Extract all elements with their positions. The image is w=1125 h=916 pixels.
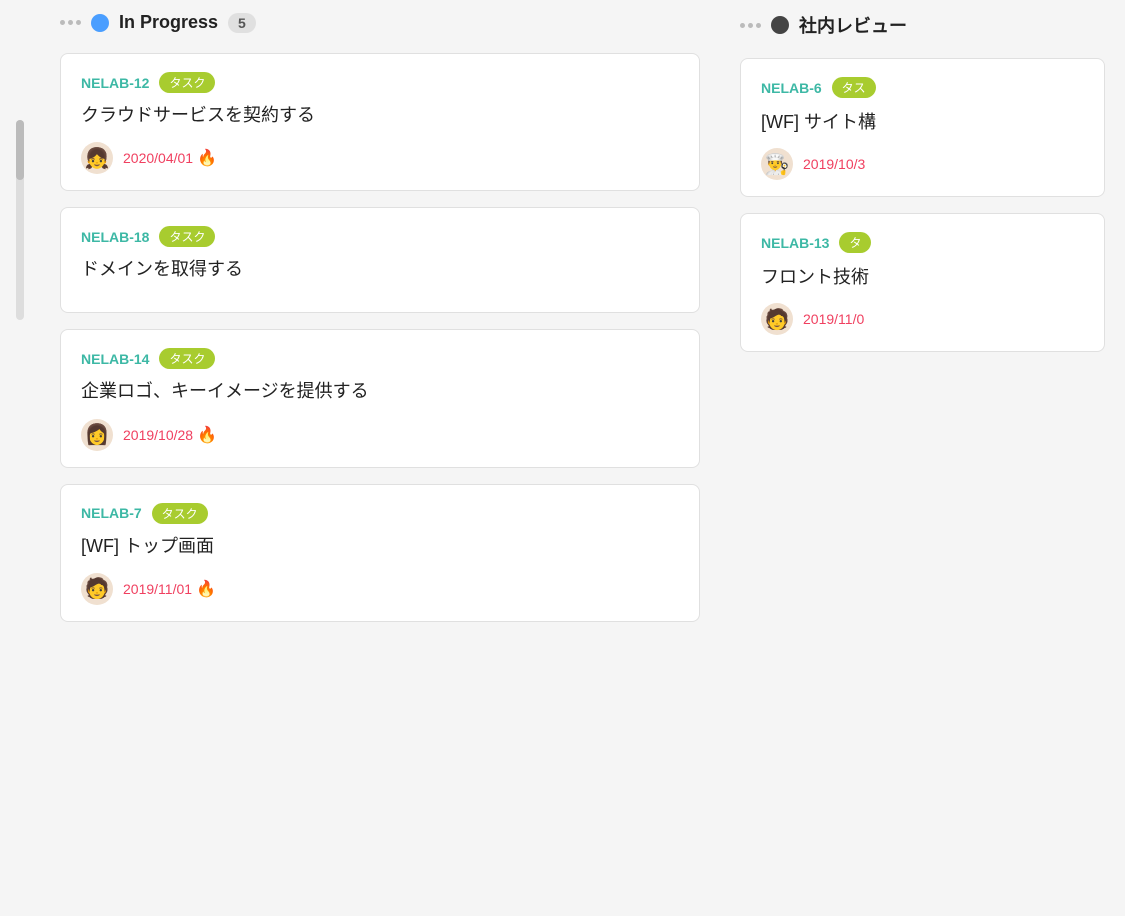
scroll-thumb xyxy=(16,120,24,180)
card-footer: 🧑 2019/11/0 xyxy=(761,303,1084,335)
card-footer: 👧 2020/04/01 🔥 xyxy=(81,142,679,174)
card-title: クラウドサービスを契約する xyxy=(81,103,679,128)
column-menu-dots-left[interactable] xyxy=(60,20,81,25)
card-tag: タスク xyxy=(159,226,215,247)
card-nelab-18[interactable]: NELAB-18 タスク ドメインを取得する xyxy=(60,207,700,313)
card-header: NELAB-6 タス xyxy=(761,77,1084,98)
card-nelab-6[interactable]: NELAB-6 タス [WF] サイト構 👨‍🍳 2019/10/3 xyxy=(740,58,1105,197)
fire-icon: 🔥 xyxy=(197,425,217,445)
card-id: NELAB-13 xyxy=(761,235,829,251)
card-id: NELAB-18 xyxy=(81,229,149,245)
card-date: 2019/11/01 🔥 xyxy=(123,579,216,599)
card-id: NELAB-7 xyxy=(81,505,142,521)
card-nelab-12[interactable]: NELAB-12 タスク クラウドサービスを契約する 👧 2020/04/01 … xyxy=(60,53,700,191)
card-title: 企業ロゴ、キーイメージを提供する xyxy=(81,379,679,404)
card-date: 2019/11/0 xyxy=(803,311,864,327)
card-header: NELAB-13 タ xyxy=(761,232,1084,253)
column-header-in-progress: In Progress 5 xyxy=(60,0,700,53)
kanban-board: In Progress 5 NELAB-12 タスク クラウドサービスを契約する… xyxy=(0,0,1125,916)
card-header: NELAB-12 タスク xyxy=(81,72,679,93)
avatar: 🧑 xyxy=(81,573,113,605)
avatar: 👨‍🍳 xyxy=(761,148,793,180)
card-id: NELAB-14 xyxy=(81,351,149,367)
card-footer: 👨‍🍳 2019/10/3 xyxy=(761,148,1084,180)
cards-list-review: NELAB-6 タス [WF] サイト構 👨‍🍳 2019/10/3 NELAB… xyxy=(740,58,1105,352)
card-tag: タスク xyxy=(159,72,215,93)
card-id: NELAB-12 xyxy=(81,75,149,91)
column-in-progress: In Progress 5 NELAB-12 タスク クラウドサービスを契約する… xyxy=(40,0,720,916)
fire-icon: 🔥 xyxy=(196,579,216,599)
card-tag: タス xyxy=(832,77,876,98)
card-tag: タ xyxy=(839,232,871,253)
card-title: [WF] トップ画面 xyxy=(81,534,679,559)
date-text: 2019/11/01 xyxy=(123,581,192,597)
cards-list-in-progress: NELAB-12 タスク クラウドサービスを契約する 👧 2020/04/01 … xyxy=(60,53,700,622)
card-tag: タスク xyxy=(152,503,208,524)
card-title: [WF] サイト構 xyxy=(761,108,1084,134)
scroll-track xyxy=(16,120,24,320)
card-nelab-14[interactable]: NELAB-14 タスク 企業ロゴ、キーイメージを提供する 👩 2019/10/… xyxy=(60,329,700,467)
date-text: 2020/04/01 xyxy=(123,150,193,166)
card-header: NELAB-7 タスク xyxy=(81,503,679,524)
card-date: 2020/04/01 🔥 xyxy=(123,148,217,168)
card-title: フロント技術 xyxy=(761,263,1084,289)
avatar: 👧 xyxy=(81,142,113,174)
date-text: 2019/10/3 xyxy=(803,156,865,172)
card-id: NELAB-6 xyxy=(761,80,822,96)
date-text: 2019/11/0 xyxy=(803,311,864,327)
date-text: 2019/10/28 xyxy=(123,427,193,443)
column-review: 社内レビュー NELAB-6 タス [WF] サイト構 👨‍🍳 2019/10/… xyxy=(720,0,1125,916)
card-nelab-7[interactable]: NELAB-7 タスク [WF] トップ画面 🧑 2019/11/01 🔥 xyxy=(60,484,700,622)
card-tag: タスク xyxy=(159,348,215,369)
card-date: 2019/10/28 🔥 xyxy=(123,425,217,445)
card-date: 2019/10/3 xyxy=(803,156,865,172)
card-title: ドメインを取得する xyxy=(81,257,679,282)
column-header-review: 社内レビュー xyxy=(740,0,1105,58)
column-title: In Progress xyxy=(119,12,218,33)
card-footer: 👩 2019/10/28 🔥 xyxy=(81,419,679,451)
scroll-indicator xyxy=(0,0,40,916)
fire-icon: 🔥 xyxy=(197,148,217,168)
card-footer: 🧑 2019/11/01 🔥 xyxy=(81,573,679,605)
status-dot-blue xyxy=(91,14,109,32)
card-header: NELAB-14 タスク xyxy=(81,348,679,369)
avatar: 🧑 xyxy=(761,303,793,335)
column-title-review: 社内レビュー xyxy=(799,12,907,38)
column-menu-dots-right[interactable] xyxy=(740,23,761,28)
card-header: NELAB-18 タスク xyxy=(81,226,679,247)
column-count: 5 xyxy=(228,13,256,33)
avatar: 👩 xyxy=(81,419,113,451)
card-nelab-13[interactable]: NELAB-13 タ フロント技術 🧑 2019/11/0 xyxy=(740,213,1105,352)
status-dot-dark xyxy=(771,16,789,34)
